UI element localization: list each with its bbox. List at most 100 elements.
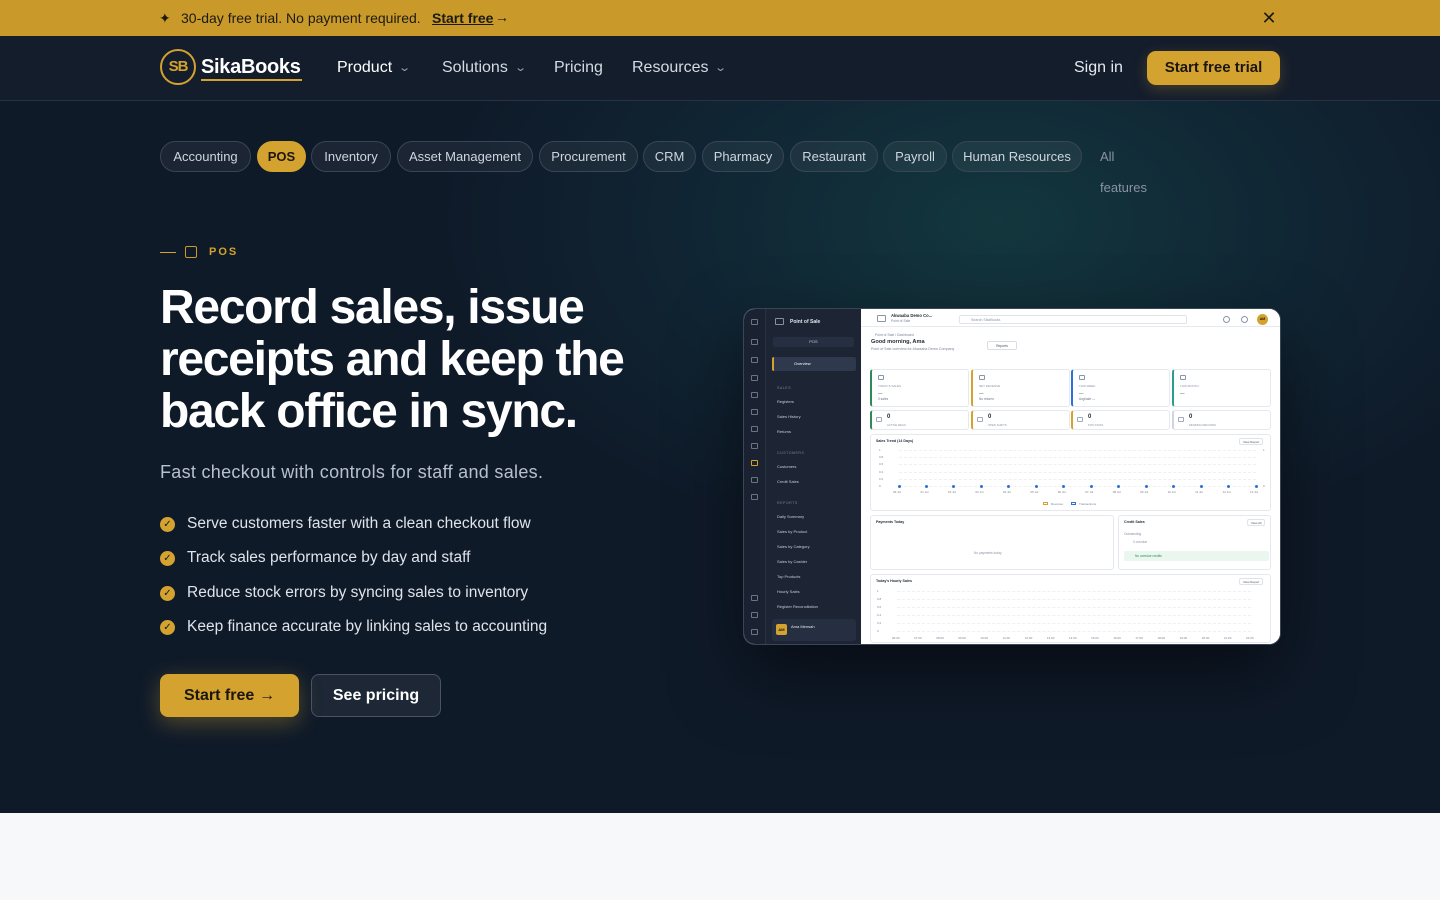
stat-value: 0 xyxy=(1189,414,1193,420)
check-icon: ✓ xyxy=(160,586,175,601)
chip-pharmacy[interactable]: Pharmacy xyxy=(702,141,784,172)
y-tick-label: 1 xyxy=(879,448,881,452)
stat-card: 0 PENDING REFUNDS xyxy=(1172,410,1271,430)
x-tick-label: 17:00 xyxy=(1135,636,1143,640)
chip-crm[interactable]: CRM xyxy=(643,141,696,172)
announcement-start-free-link[interactable]: Start free xyxy=(432,9,493,27)
sidebar-module-badge: POS xyxy=(773,337,854,347)
chip-pos[interactable]: POS xyxy=(257,141,306,172)
nav-item-pricing[interactable]: Pricing xyxy=(554,58,603,78)
stat-label: ACTIVE REGS xyxy=(887,423,906,427)
x-tick-label: 10:00 xyxy=(980,636,989,640)
x-tick-label: 22:00 xyxy=(1246,636,1254,640)
y-tick-label: 0.8 xyxy=(877,597,882,601)
kpi-card: NET REVENUE — No returns xyxy=(971,369,1070,407)
benefit-text: Reduce stock errors by syncing sales to … xyxy=(187,584,529,601)
org-name: Akwaaba Demo Co... xyxy=(891,313,933,318)
pos-icon xyxy=(775,318,784,325)
gridline xyxy=(897,599,1251,600)
x-tick-label: 01 Jul xyxy=(920,490,929,494)
x-tick-label: 09 Jul xyxy=(1140,490,1149,494)
start-free-button[interactable]: Start free → xyxy=(160,674,299,717)
nav-item-label: Solutions xyxy=(442,59,508,76)
panel-title: Payments Today xyxy=(876,520,905,524)
gridline xyxy=(897,615,1251,616)
product-screenshot: Point of Sale POS Overview SALES Registe… xyxy=(743,308,1281,645)
asset-icon xyxy=(751,392,758,398)
close-icon[interactable]: ✕ xyxy=(1261,9,1277,27)
users-icon xyxy=(751,426,758,432)
y-tick-label: 0.2 xyxy=(879,476,884,481)
y-tick-label: 0.6 xyxy=(879,462,884,467)
stat-card: 0 OPEN SHIFTS xyxy=(971,410,1070,430)
stat-icon xyxy=(878,375,884,380)
see-pricing-button[interactable]: See pricing xyxy=(311,674,441,717)
sidebar-item: Top Products xyxy=(777,574,801,579)
data-point xyxy=(897,484,901,488)
x-tick-label: 15:00 xyxy=(1091,636,1099,640)
gridline xyxy=(899,457,1256,459)
next-section xyxy=(0,813,1440,900)
all-features-link[interactable]: All features xyxy=(1100,141,1147,195)
data-point xyxy=(1007,484,1011,488)
x-tick-label: 07:00 xyxy=(914,636,922,640)
data-point xyxy=(1117,484,1121,488)
eyebrow-label: POS xyxy=(209,246,239,258)
app-sidebar: Point of Sale POS Overview SALES Registe… xyxy=(766,309,861,644)
app-main: Akwaaba Demo Co... Point of Sale Search … xyxy=(861,309,1280,644)
data-point xyxy=(1062,484,1066,488)
sign-in-link[interactable]: Sign in xyxy=(1074,58,1123,78)
kpi-value: — xyxy=(1079,391,1084,396)
chip-payroll[interactable]: Payroll xyxy=(883,141,947,172)
chip-accounting[interactable]: Accounting xyxy=(160,141,251,172)
data-point xyxy=(1034,484,1038,488)
legend-label: Transactions xyxy=(1079,502,1097,506)
file-icon xyxy=(751,357,758,363)
chip-asset-management[interactable]: Asset Management xyxy=(397,141,533,172)
chevron-down-icon: ⌄ xyxy=(714,62,728,74)
logo-icon[interactable]: SB xyxy=(160,49,196,85)
nav-item-solutions[interactable]: Solutions ⌄ xyxy=(442,58,527,78)
chip-procurement[interactable]: Procurement xyxy=(539,141,638,172)
view-report-button: View Report xyxy=(1239,438,1264,445)
y-tick-label: 0.8 xyxy=(879,455,884,460)
panel-title: Sales Trend (14 Days) xyxy=(876,439,914,443)
data-point xyxy=(924,484,928,488)
kpi-label: THIS MONTH xyxy=(1180,384,1199,388)
sidebar-item: Returns xyxy=(777,429,792,434)
kpi-label: THIS WEEK xyxy=(1079,384,1096,388)
chip-human-resources[interactable]: Human Resources xyxy=(952,141,1082,172)
y-tick-label-right: 1 xyxy=(1263,448,1265,452)
building-icon xyxy=(877,315,886,322)
chip-inventory[interactable]: Inventory xyxy=(311,141,391,172)
nav-item-resources[interactable]: Resources ⌄ xyxy=(632,58,728,78)
gridline xyxy=(897,607,1251,608)
data-point xyxy=(952,484,956,488)
box-icon xyxy=(751,375,758,381)
arrow-right-icon: → xyxy=(259,687,275,704)
data-point xyxy=(1144,484,1148,488)
app-icon-rail xyxy=(744,309,766,644)
stat-label: PENDING REFUNDS xyxy=(1189,423,1217,427)
doc-icon xyxy=(751,409,758,415)
hero-section: Accounting POS Inventory Asset Managemen… xyxy=(0,101,1440,813)
x-tick-label: 20:00 xyxy=(1201,636,1210,640)
nav-item-product[interactable]: Product ⌄ xyxy=(337,58,411,78)
x-tick-label: 19:00 xyxy=(1179,636,1188,640)
nav-item-label: Product xyxy=(337,59,393,76)
stat-value: 0 xyxy=(988,414,992,420)
gridline xyxy=(899,471,1256,473)
chip-restaurant[interactable]: Restaurant xyxy=(790,141,878,172)
x-tick-label: 13:00 xyxy=(1046,636,1055,640)
kpi-value: — xyxy=(1180,391,1185,396)
app-topbar: Akwaaba Demo Co... Point of Sale Search … xyxy=(861,309,1280,327)
logo-text[interactable]: SikaBooks xyxy=(201,56,301,78)
start-free-trial-button[interactable]: Start free trial xyxy=(1147,51,1280,85)
stat-icon xyxy=(977,417,983,422)
data-point xyxy=(1227,484,1231,488)
data-point xyxy=(1254,484,1258,488)
x-tick-label: 06:00 xyxy=(892,636,900,640)
view-report-button: View Report xyxy=(1239,578,1264,585)
x-tick-label: 10 Jul xyxy=(1167,490,1176,494)
stat-icon xyxy=(876,417,882,422)
